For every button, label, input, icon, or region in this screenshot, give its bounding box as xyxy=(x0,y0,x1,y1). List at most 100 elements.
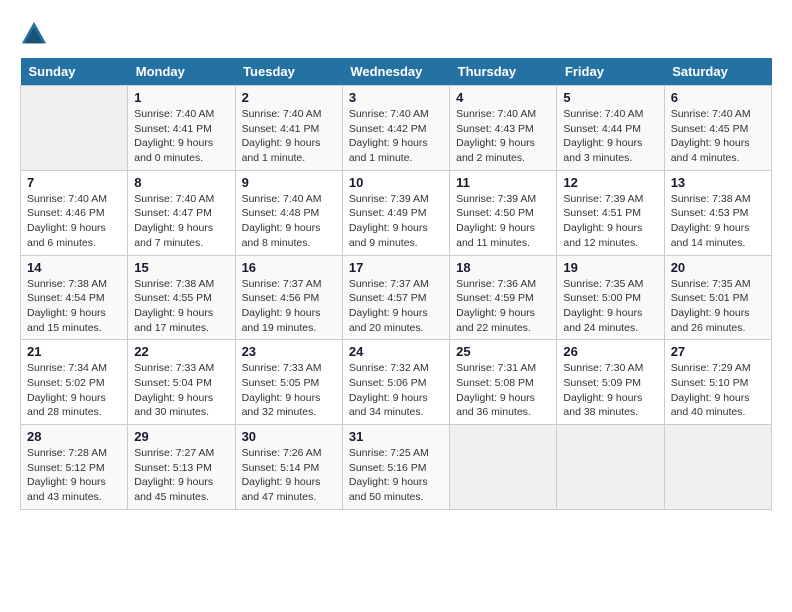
week-row-5: 28 Sunrise: 7:28 AM Sunset: 5:12 PM Dayli… xyxy=(21,425,772,510)
day-detail: Sunrise: 7:35 AM Sunset: 5:00 PM Dayligh… xyxy=(563,277,657,336)
day-detail: Sunrise: 7:31 AM Sunset: 5:08 PM Dayligh… xyxy=(456,361,550,420)
day-number: 5 xyxy=(563,90,657,105)
day-number: 31 xyxy=(349,429,443,444)
calendar-cell xyxy=(664,425,771,510)
day-detail: Sunrise: 7:38 AM Sunset: 4:54 PM Dayligh… xyxy=(27,277,121,336)
day-number: 7 xyxy=(27,175,121,190)
day-number: 23 xyxy=(242,344,336,359)
page-header xyxy=(20,20,772,48)
day-detail: Sunrise: 7:40 AM Sunset: 4:45 PM Dayligh… xyxy=(671,107,765,166)
week-row-4: 21 Sunrise: 7:34 AM Sunset: 5:02 PM Dayli… xyxy=(21,340,772,425)
header-row: Sunday Monday Tuesday Wednesday Thursday… xyxy=(21,58,772,86)
day-number: 12 xyxy=(563,175,657,190)
day-detail: Sunrise: 7:30 AM Sunset: 5:09 PM Dayligh… xyxy=(563,361,657,420)
day-number: 28 xyxy=(27,429,121,444)
calendar-cell: 3 Sunrise: 7:40 AM Sunset: 4:42 PM Daylig… xyxy=(342,86,449,171)
header-thursday: Thursday xyxy=(450,58,557,86)
day-number: 16 xyxy=(242,260,336,275)
day-number: 9 xyxy=(242,175,336,190)
calendar-cell: 21 Sunrise: 7:34 AM Sunset: 5:02 PM Dayli… xyxy=(21,340,128,425)
day-detail: Sunrise: 7:28 AM Sunset: 5:12 PM Dayligh… xyxy=(27,446,121,505)
calendar-header: Sunday Monday Tuesday Wednesday Thursday… xyxy=(21,58,772,86)
day-detail: Sunrise: 7:33 AM Sunset: 5:04 PM Dayligh… xyxy=(134,361,228,420)
calendar-cell xyxy=(557,425,664,510)
header-wednesday: Wednesday xyxy=(342,58,449,86)
calendar-cell xyxy=(450,425,557,510)
day-number: 11 xyxy=(456,175,550,190)
calendar-cell: 10 Sunrise: 7:39 AM Sunset: 4:49 PM Dayli… xyxy=(342,170,449,255)
day-number: 24 xyxy=(349,344,443,359)
day-number: 18 xyxy=(456,260,550,275)
calendar-cell: 9 Sunrise: 7:40 AM Sunset: 4:48 PM Daylig… xyxy=(235,170,342,255)
day-detail: Sunrise: 7:40 AM Sunset: 4:41 PM Dayligh… xyxy=(242,107,336,166)
header-saturday: Saturday xyxy=(664,58,771,86)
day-detail: Sunrise: 7:38 AM Sunset: 4:55 PM Dayligh… xyxy=(134,277,228,336)
day-detail: Sunrise: 7:40 AM Sunset: 4:44 PM Dayligh… xyxy=(563,107,657,166)
day-detail: Sunrise: 7:36 AM Sunset: 4:59 PM Dayligh… xyxy=(456,277,550,336)
day-detail: Sunrise: 7:35 AM Sunset: 5:01 PM Dayligh… xyxy=(671,277,765,336)
week-row-1: 1 Sunrise: 7:40 AM Sunset: 4:41 PM Daylig… xyxy=(21,86,772,171)
day-number: 21 xyxy=(27,344,121,359)
header-tuesday: Tuesday xyxy=(235,58,342,86)
calendar-cell: 19 Sunrise: 7:35 AM Sunset: 5:00 PM Dayli… xyxy=(557,255,664,340)
day-detail: Sunrise: 7:38 AM Sunset: 4:53 PM Dayligh… xyxy=(671,192,765,251)
day-detail: Sunrise: 7:40 AM Sunset: 4:41 PM Dayligh… xyxy=(134,107,228,166)
calendar-cell: 30 Sunrise: 7:26 AM Sunset: 5:14 PM Dayli… xyxy=(235,425,342,510)
day-number: 20 xyxy=(671,260,765,275)
day-detail: Sunrise: 7:27 AM Sunset: 5:13 PM Dayligh… xyxy=(134,446,228,505)
day-number: 14 xyxy=(27,260,121,275)
day-number: 25 xyxy=(456,344,550,359)
calendar-cell: 4Sunrise: 7:40 AM Sunset: 4:43 PM Daylig… xyxy=(450,86,557,171)
day-detail: Sunrise: 7:32 AM Sunset: 5:06 PM Dayligh… xyxy=(349,361,443,420)
day-detail: Sunrise: 7:40 AM Sunset: 4:46 PM Dayligh… xyxy=(27,192,121,251)
logo xyxy=(20,20,52,48)
day-number: 2 xyxy=(242,90,336,105)
calendar-cell: 18 Sunrise: 7:36 AM Sunset: 4:59 PM Dayli… xyxy=(450,255,557,340)
calendar-cell: 31 Sunrise: 7:25 AM Sunset: 5:16 PM Dayli… xyxy=(342,425,449,510)
calendar-cell: 20 Sunrise: 7:35 AM Sunset: 5:01 PM Dayli… xyxy=(664,255,771,340)
calendar-cell: 5 Sunrise: 7:40 AM Sunset: 4:44 PM Daylig… xyxy=(557,86,664,171)
day-detail: Sunrise: 7:40 AM Sunset: 4:48 PM Dayligh… xyxy=(242,192,336,251)
calendar-cell: 12 Sunrise: 7:39 AM Sunset: 4:51 PM Dayli… xyxy=(557,170,664,255)
calendar-cell: 27Sunrise: 7:29 AM Sunset: 5:10 PM Dayli… xyxy=(664,340,771,425)
day-detail: Sunrise: 7:39 AM Sunset: 4:50 PM Dayligh… xyxy=(456,192,550,251)
day-detail: Sunrise: 7:40 AM Sunset: 4:43 PM Dayligh… xyxy=(456,107,550,166)
day-detail: Sunrise: 7:29 AM Sunset: 5:10 PM Dayligh… xyxy=(671,361,765,420)
calendar-cell xyxy=(21,86,128,171)
day-detail: Sunrise: 7:40 AM Sunset: 4:47 PM Dayligh… xyxy=(134,192,228,251)
calendar-cell: 24 Sunrise: 7:32 AM Sunset: 5:06 PM Dayli… xyxy=(342,340,449,425)
day-detail: Sunrise: 7:39 AM Sunset: 4:51 PM Dayligh… xyxy=(563,192,657,251)
calendar-cell: 7 Sunrise: 7:40 AM Sunset: 4:46 PM Daylig… xyxy=(21,170,128,255)
calendar-cell: 28 Sunrise: 7:28 AM Sunset: 5:12 PM Dayli… xyxy=(21,425,128,510)
day-number: 19 xyxy=(563,260,657,275)
day-detail: Sunrise: 7:33 AM Sunset: 5:05 PM Dayligh… xyxy=(242,361,336,420)
day-detail: Sunrise: 7:37 AM Sunset: 4:56 PM Dayligh… xyxy=(242,277,336,336)
header-friday: Friday xyxy=(557,58,664,86)
day-number: 22 xyxy=(134,344,228,359)
calendar-cell: 13Sunrise: 7:38 AM Sunset: 4:53 PM Dayli… xyxy=(664,170,771,255)
day-number: 30 xyxy=(242,429,336,444)
week-row-3: 14 Sunrise: 7:38 AM Sunset: 4:54 PM Dayli… xyxy=(21,255,772,340)
day-detail: Sunrise: 7:34 AM Sunset: 5:02 PM Dayligh… xyxy=(27,361,121,420)
calendar-cell: 26Sunrise: 7:30 AM Sunset: 5:09 PM Dayli… xyxy=(557,340,664,425)
calendar-cell: 1 Sunrise: 7:40 AM Sunset: 4:41 PM Daylig… xyxy=(128,86,235,171)
calendar-cell: 2 Sunrise: 7:40 AM Sunset: 4:41 PM Daylig… xyxy=(235,86,342,171)
day-number: 3 xyxy=(349,90,443,105)
calendar-cell: 29 Sunrise: 7:27 AM Sunset: 5:13 PM Dayli… xyxy=(128,425,235,510)
day-detail: Sunrise: 7:39 AM Sunset: 4:49 PM Dayligh… xyxy=(349,192,443,251)
day-number: 6 xyxy=(671,90,765,105)
day-detail: Sunrise: 7:25 AM Sunset: 5:16 PM Dayligh… xyxy=(349,446,443,505)
header-monday: Monday xyxy=(128,58,235,86)
logo-icon xyxy=(20,20,48,48)
week-row-2: 7 Sunrise: 7:40 AM Sunset: 4:46 PM Daylig… xyxy=(21,170,772,255)
day-number: 15 xyxy=(134,260,228,275)
day-number: 29 xyxy=(134,429,228,444)
calendar-cell: 6 Sunrise: 7:40 AM Sunset: 4:45 PM Daylig… xyxy=(664,86,771,171)
day-detail: Sunrise: 7:40 AM Sunset: 4:42 PM Dayligh… xyxy=(349,107,443,166)
day-number: 1 xyxy=(134,90,228,105)
header-sunday: Sunday xyxy=(21,58,128,86)
day-number: 10 xyxy=(349,175,443,190)
calendar-cell: 23 Sunrise: 7:33 AM Sunset: 5:05 PM Dayli… xyxy=(235,340,342,425)
day-detail: Sunrise: 7:26 AM Sunset: 5:14 PM Dayligh… xyxy=(242,446,336,505)
calendar-cell: 25 Sunrise: 7:31 AM Sunset: 5:08 PM Dayli… xyxy=(450,340,557,425)
